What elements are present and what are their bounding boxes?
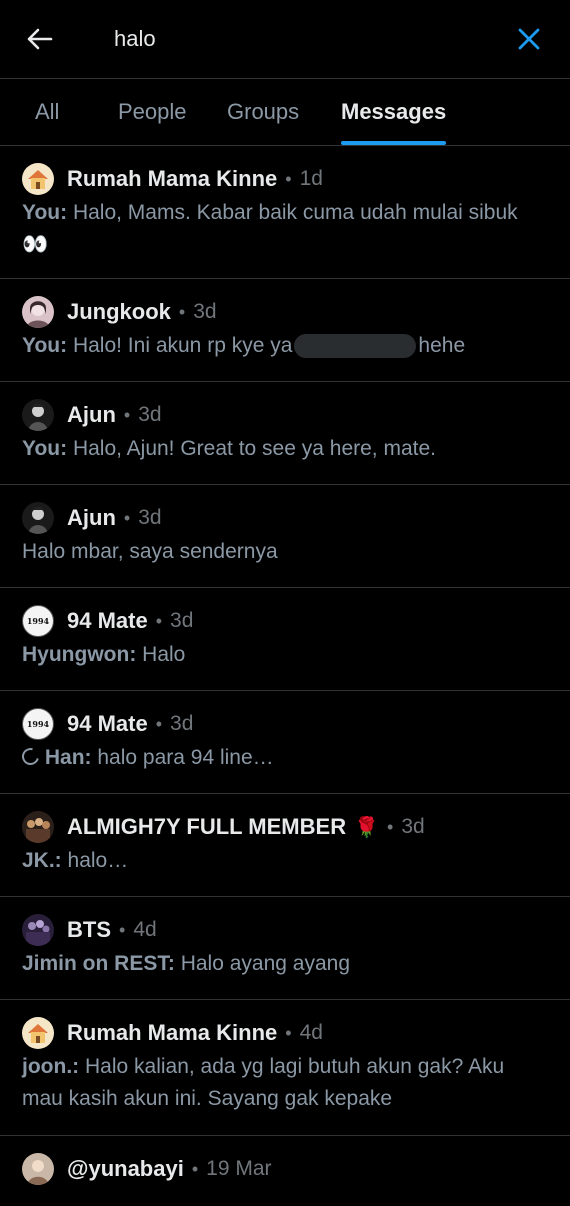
message-text: halo… — [67, 849, 129, 872]
conversation-name: Rumah Mama Kinne — [67, 1020, 278, 1045]
message-text: Halo, Mams. Kabar baik cuma udah mulai s… — [72, 201, 518, 224]
year-logo-icon: 1994 — [22, 708, 54, 740]
timestamp: 1d — [299, 167, 323, 190]
sender-label: Han: — [44, 746, 92, 769]
separator-dot: • — [123, 404, 131, 425]
moon-status-icon — [18, 744, 43, 769]
avatar-label: 1994 — [26, 616, 50, 626]
separator-dot: • — [178, 301, 186, 322]
house-icon — [22, 1017, 54, 1049]
timestamp: 4d — [133, 918, 157, 941]
message-preview: JK.: halo… — [22, 845, 548, 877]
message-result[interactable]: BTS • 4d Jimin on REST: Halo ayang ayang — [0, 897, 570, 1000]
message-text: halo para 94 line… — [97, 746, 274, 769]
person-photo-icon — [22, 1153, 54, 1185]
tab-people[interactable]: People — [118, 79, 187, 145]
timestamp: 3d — [401, 815, 425, 838]
close-icon[interactable] — [510, 20, 548, 58]
avatar-label: 1994 — [26, 719, 50, 729]
message-preview: joon.: Halo kalian, ada yg lagi butuh ak… — [22, 1051, 548, 1115]
search-input[interactable] — [112, 25, 476, 53]
message-preview: Han: halo para 94 line… — [18, 742, 548, 774]
eyes-emoji: 👀 — [22, 233, 49, 256]
tab-all[interactable]: All — [35, 79, 59, 145]
group-photo-icon — [22, 811, 54, 843]
sender-label: Hyungwon: — [22, 643, 137, 666]
tab-messages[interactable]: Messages — [341, 79, 447, 145]
timestamp: 3d — [170, 609, 194, 632]
message-result[interactable]: Ajun • 3d Halo mbar, saya sendernya — [0, 485, 570, 588]
message-text: Halo kalian, ada yg lagi butuh akun gak?… — [22, 1055, 505, 1110]
person-photo-icon — [22, 296, 54, 328]
conversation-name: ALMIGH7Y FULL MEMBER — [67, 814, 347, 839]
message-result[interactable]: 1994 94 Mate • 3d Hyungwon: Halo — [0, 588, 570, 691]
conversation-name: @yunabayi — [67, 1156, 184, 1181]
year-logo-icon: 1994 — [22, 605, 54, 637]
person-photo-icon — [22, 399, 54, 431]
conversation-name: Jungkook — [67, 299, 171, 324]
redacted-blur — [294, 334, 417, 359]
message-result[interactable]: Rumah Mama Kinne • 4d joon.: Halo kalian… — [0, 1000, 570, 1136]
message-result[interactable]: Rumah Mama Kinne • 1d You: Halo, Mams. K… — [0, 146, 570, 279]
separator-dot: • — [155, 610, 163, 631]
sender-label: Jimin on REST: — [22, 952, 175, 975]
timestamp: 3d — [138, 506, 162, 529]
message-preview: You: Halo, Mams. Kabar baik cuma udah mu… — [22, 197, 548, 261]
separator-dot: • — [285, 1022, 292, 1043]
message-text: Halo ayang ayang — [180, 952, 350, 975]
message-text: Halo! Ini akun rp kye ya — [72, 334, 293, 357]
separator-dot: • — [285, 168, 292, 189]
sender-label: JK.: — [22, 849, 62, 872]
message-preview: You: Halo! Ini akun rp kye ya hehe — [22, 330, 548, 362]
message-preview: Jimin on REST: Halo ayang ayang — [22, 948, 548, 980]
message-result[interactable]: ALMIGH7Y FULL MEMBER 🌹 • 3d JK.: halo… — [0, 794, 570, 897]
house-icon — [22, 163, 54, 195]
sender-label: You: — [22, 201, 68, 224]
message-result[interactable]: @yunabayi • 19 Mar — [0, 1136, 570, 1206]
sender-label: joon.: — [22, 1055, 80, 1078]
tab-label: People — [118, 99, 187, 124]
timestamp: 3d — [170, 712, 194, 735]
tab-groups[interactable]: Groups — [227, 79, 299, 145]
sender-label: You: — [22, 334, 68, 357]
search-header — [0, 0, 570, 79]
message-preview: Hyungwon: Halo — [22, 639, 548, 671]
message-text-continued: hehe — [418, 334, 466, 357]
rose-emoji: 🌹 — [354, 816, 379, 839]
active-tab-indicator — [341, 141, 447, 145]
separator-dot: • — [155, 713, 163, 734]
conversation-name: Ajun — [67, 402, 116, 427]
conversation-name: Rumah Mama Kinne — [67, 166, 278, 191]
tab-label: Messages — [341, 99, 447, 124]
message-text: Halo, Ajun! Great to see ya here, mate. — [72, 437, 436, 460]
message-text: Halo — [142, 643, 186, 666]
conversation-name: BTS — [67, 917, 111, 942]
conversation-name: 94 Mate — [67, 711, 148, 736]
separator-dot: • — [387, 816, 394, 837]
separator-dot: • — [123, 507, 131, 528]
filter-tabs: All People Groups Messages — [0, 79, 570, 146]
back-arrow-icon[interactable] — [20, 19, 60, 59]
timestamp: 4d — [299, 1021, 323, 1044]
tab-label: All — [35, 99, 60, 124]
separator-dot: • — [191, 1158, 199, 1179]
timestamp: 3d — [193, 300, 217, 323]
message-result[interactable]: Jungkook • 3d You: Halo! Ini akun rp kye… — [0, 279, 570, 382]
separator-dot: • — [119, 919, 126, 940]
tab-label: Groups — [227, 99, 300, 124]
message-result[interactable]: Ajun • 3d You: Halo, Ajun! Great to see … — [0, 382, 570, 485]
message-result[interactable]: 1994 94 Mate • 3d Han: halo para 94 line… — [0, 691, 570, 794]
timestamp: 19 Mar — [206, 1157, 272, 1180]
timestamp: 3d — [138, 403, 162, 426]
conversation-name: Ajun — [67, 505, 116, 530]
message-preview: You: Halo, Ajun! Great to see ya here, m… — [22, 433, 548, 465]
conversation-name: 94 Mate — [67, 608, 148, 633]
group-photo-icon — [22, 914, 54, 946]
sender-label: You: — [22, 437, 68, 460]
person-photo-icon — [22, 502, 54, 534]
message-text: Halo mbar, saya sendernya — [22, 540, 278, 563]
message-preview: Halo mbar, saya sendernya — [22, 536, 548, 568]
